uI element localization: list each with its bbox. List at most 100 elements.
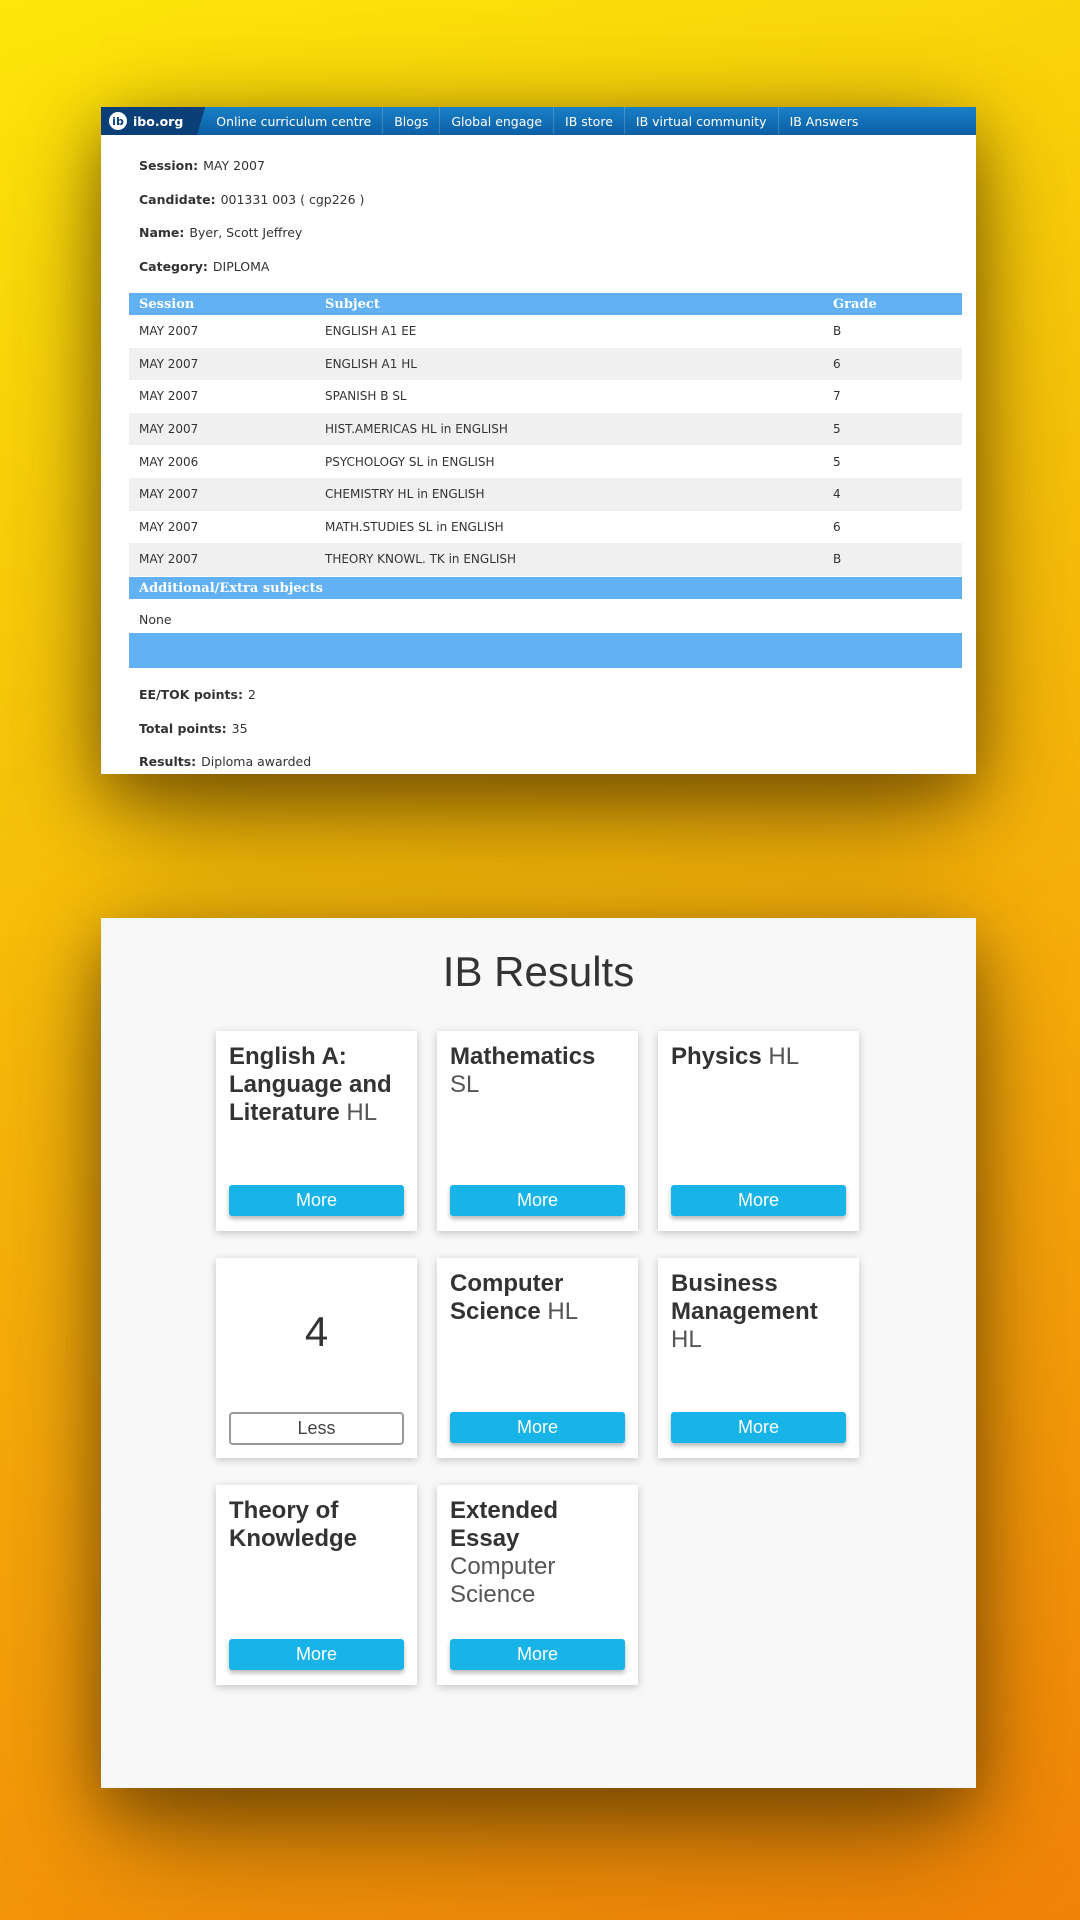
page-title: IB Results xyxy=(442,948,635,995)
row-subject: ENGLISH A1 HL xyxy=(315,347,823,381)
subject-level: HL xyxy=(346,1099,378,1126)
row-grade: 7 xyxy=(833,389,841,404)
table-row: MAY 2007 THEORY KNOWL. TK in ENGLISH B xyxy=(129,543,962,576)
category-line: Category: DIPLOMA xyxy=(139,250,948,284)
subject-name: Extended Essay xyxy=(450,1497,559,1552)
table-row: MAY 2007 HIST.AMERICAS HL in ENGLISH 5 xyxy=(129,412,962,446)
ibo-logo-link[interactable]: ib ibo.org xyxy=(101,107,206,135)
row-grade: 6 xyxy=(823,347,962,381)
candidate-label: Candidate: xyxy=(139,191,216,207)
subject-card-business-management: Business Management HL More xyxy=(658,1258,859,1458)
grades-table: Session Subject Grade MAY 2007 ENGLISH A… xyxy=(129,293,962,576)
ee-tok-value: 2 xyxy=(247,687,256,703)
more-button[interactable]: More xyxy=(450,1412,625,1443)
name-value: Byer, Scott Jeffrey xyxy=(189,225,303,241)
row-session: MAY 2007 xyxy=(139,389,199,404)
subject-name: Physics xyxy=(671,1043,762,1070)
row-session: MAY 2006 xyxy=(139,454,199,469)
row-grade: 5 xyxy=(823,412,962,446)
candidate-info: Session: MAY 2007 Candidate: 001331 003 … xyxy=(101,135,976,283)
header-grade: Grade xyxy=(823,293,962,315)
row-subject: THEORY KNOWL. TK in ENGLISH xyxy=(315,543,823,576)
subject-level: HL xyxy=(671,1326,702,1353)
nav-ib-store[interactable]: IB store xyxy=(554,107,625,135)
total-points-line: Total points: 35 xyxy=(139,712,311,746)
session-label: Session: xyxy=(139,158,199,174)
ib-logo-icon: ib xyxy=(109,112,127,130)
less-button[interactable]: Less xyxy=(229,1412,404,1445)
card-title: Physics HL xyxy=(671,1043,849,1071)
row-session: MAY 2007 xyxy=(129,412,315,446)
nav-online-curriculum-centre[interactable]: Online curriculum centre xyxy=(205,107,384,135)
subject-card-theory-of-knowledge: Theory of Knowledge More xyxy=(216,1485,417,1685)
row-session: MAY 2007 xyxy=(129,543,315,576)
more-button[interactable]: More xyxy=(450,1185,625,1216)
candidate-value: 001331 003 ( cgp226 ) xyxy=(220,191,365,207)
nav-global-engage[interactable]: Global engage xyxy=(440,107,555,135)
ib-results-app: IB Results English A: Language and Liter… xyxy=(101,918,976,1788)
table-row: MAY 2007 MATH.STUDIES SL in ENGLISH 6 xyxy=(129,511,962,544)
card-title: Computer Science HL xyxy=(450,1270,628,1326)
row-subject: MATH.STUDIES SL in ENGLISH xyxy=(325,519,504,534)
row-session: MAY 2007 xyxy=(139,324,199,339)
subject-name: Theory of Knowledge xyxy=(229,1497,358,1552)
subject-card-grade-revealed: 4 Less xyxy=(216,1258,417,1458)
row-grade: 5 xyxy=(833,454,841,469)
more-button[interactable]: More xyxy=(671,1185,846,1216)
results-summary: EE/TOK points: 2 Total points: 35 Result… xyxy=(139,678,311,779)
card-title: Mathematics SL xyxy=(450,1043,628,1099)
candidate-line: Candidate: 001331 003 ( cgp226 ) xyxy=(139,183,948,217)
session-line: Session: MAY 2007 xyxy=(139,149,948,183)
more-button[interactable]: More xyxy=(229,1185,404,1216)
nav-blogs[interactable]: Blogs xyxy=(383,107,441,135)
name-line: Name: Byer, Scott Jeffrey xyxy=(139,216,948,250)
subject-level: SL xyxy=(450,1071,480,1098)
nav-ib-answers[interactable]: IB Answers xyxy=(779,107,870,135)
subject-name: Mathematics xyxy=(450,1043,596,1070)
row-session: MAY 2007 xyxy=(139,519,199,534)
subject-card-computer-science: Computer Science HL More xyxy=(437,1258,638,1458)
subject-name: Business Management xyxy=(671,1270,818,1325)
more-button[interactable]: More xyxy=(671,1412,846,1443)
subject-card-physics: Physics HL More xyxy=(658,1031,859,1231)
table-row: MAY 2006 PSYCHOLOGY SL in ENGLISH 5 xyxy=(129,445,962,478)
row-grade: B xyxy=(833,324,842,339)
section-divider-bar xyxy=(129,633,962,668)
nav-ib-virtual-community[interactable]: IB virtual community xyxy=(625,107,779,135)
card-title: Theory of Knowledge xyxy=(229,1497,407,1553)
more-button[interactable]: More xyxy=(450,1639,625,1670)
table-header-row: Session Subject Grade xyxy=(129,293,962,315)
result-label: Results: xyxy=(139,754,197,770)
row-subject: SPANISH B SL xyxy=(325,389,407,404)
card-title: Business Management HL xyxy=(671,1270,849,1354)
subject-level: HL xyxy=(547,1298,579,1325)
table-row: MAY 2007 ENGLISH A1 EE B xyxy=(129,315,962,348)
row-session: MAY 2007 xyxy=(129,347,315,381)
row-grade: 6 xyxy=(833,519,841,534)
header-subject: Subject xyxy=(315,293,823,315)
ibo-results-panel: ib ibo.org Online curriculum centre Blog… xyxy=(101,107,976,774)
ee-tok-line: EE/TOK points: 2 xyxy=(139,678,311,712)
card-title: Extended Essay Computer Science xyxy=(450,1497,628,1609)
result-line: Results: Diploma awarded xyxy=(139,745,311,779)
category-label: Category: xyxy=(139,258,208,274)
row-session: MAY 2007 xyxy=(129,477,315,511)
table-row: MAY 2007 ENGLISH A1 HL 6 xyxy=(129,347,962,381)
result-value: Diploma awarded xyxy=(201,754,312,770)
row-grade: B xyxy=(823,543,962,576)
extra-subjects-value: None xyxy=(139,611,172,627)
ibo-logo-text: ibo.org xyxy=(133,113,184,129)
subject-level: HL xyxy=(768,1043,800,1070)
more-button[interactable]: More xyxy=(229,1639,404,1670)
ibo-navbar: ib ibo.org Online curriculum centre Blog… xyxy=(101,107,976,135)
extra-subjects-heading: Additional/Extra subjects xyxy=(129,577,962,599)
table-row: MAY 2007 SPANISH B SL 7 xyxy=(129,380,962,413)
row-subject: ENGLISH A1 EE xyxy=(325,324,417,339)
subject-card-english: English A: Language and Literature HL Mo… xyxy=(216,1031,417,1231)
subject-card-extended-essay: Extended Essay Computer Science More xyxy=(437,1485,638,1685)
total-points-value: 35 xyxy=(231,720,248,736)
row-subject: CHEMISTRY HL in ENGLISH xyxy=(315,477,823,511)
name-label: Name: xyxy=(139,225,185,241)
subject-level: Computer Science xyxy=(450,1553,556,1608)
row-grade: 4 xyxy=(823,477,962,511)
